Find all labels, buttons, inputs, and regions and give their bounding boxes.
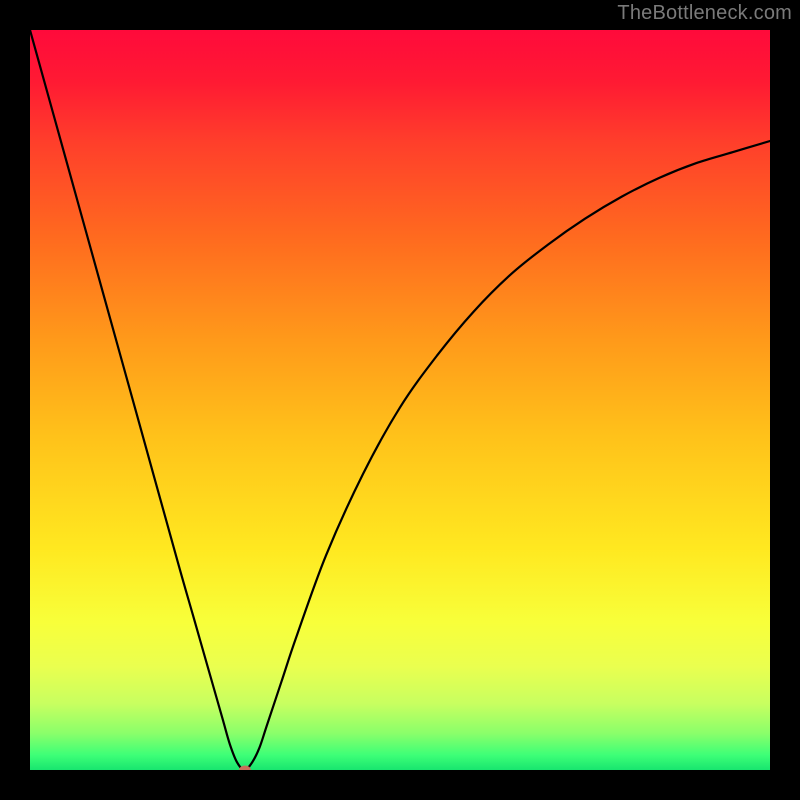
plot-area xyxy=(30,30,770,770)
curve-svg xyxy=(30,30,770,770)
optimal-point-marker xyxy=(239,766,251,771)
chart-frame: TheBottleneck.com xyxy=(0,0,800,800)
watermark-text: TheBottleneck.com xyxy=(617,2,792,25)
bottleneck-curve-path xyxy=(30,30,770,770)
